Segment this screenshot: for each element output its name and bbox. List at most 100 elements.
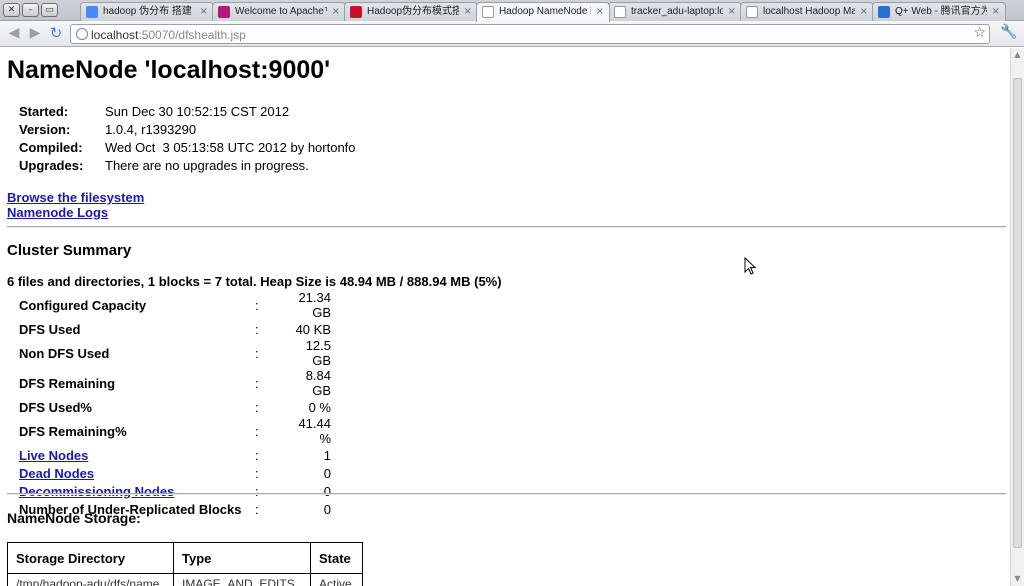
back-arrow-icon[interactable]: ◀ [6, 25, 22, 41]
window-minimize-button[interactable]: – [22, 3, 39, 17]
summary-label: DFS Used% [19, 399, 92, 415]
window-close-button[interactable]: ✕ [3, 3, 20, 17]
summary-row: DFS Used : 40 KB [19, 320, 331, 338]
tab-tracker[interactable]: tracker_adu-laptop:lo × [608, 2, 742, 21]
browse-filesystem-link[interactable]: Browse the filesystem [7, 190, 144, 205]
scroll-thumb[interactable] [1013, 78, 1022, 548]
summary-label: Configured Capacity [19, 297, 147, 313]
summary-colon: : [255, 423, 259, 439]
info-label: Version: [19, 121, 71, 137]
info-label: Started: [19, 103, 69, 119]
tab-label: localhost Hadoop Ma [763, 6, 855, 17]
info-value: 1.0.4, r1393290 [105, 121, 197, 137]
dead-nodes-link[interactable]: Dead Nodes [19, 466, 94, 481]
column-header: Storage Directory [7, 542, 174, 574]
tab-strip: ✕ – ▭ hadoop 伪分布 搭建 - × Welcome to Apach… [0, 0, 1024, 22]
summary-row: DFS Used% : 0 % [19, 398, 331, 416]
summary-row: Live Nodes : 1 [19, 446, 331, 464]
close-icon[interactable]: × [992, 3, 1000, 21]
summary-value: 41.44 % [298, 416, 331, 446]
google-favicon-icon [86, 6, 98, 18]
cluster-summary-heading: Cluster Summary [7, 242, 132, 259]
page-icon [482, 6, 494, 18]
address-bar[interactable]: localhost:50070/dfshealth.jsp ☆ [70, 24, 990, 44]
forward-arrow-icon[interactable]: ▶ [27, 25, 43, 41]
tab-hadoop-pseudo-mode[interactable]: Hadoop伪分布模式搭 × [344, 2, 478, 21]
csdn-favicon-icon [350, 6, 362, 18]
info-label: Upgrades: [19, 157, 84, 173]
divider [7, 226, 1006, 228]
close-icon[interactable]: × [200, 3, 208, 21]
summary-colon: : [255, 321, 259, 337]
namenode-storage-heading: NameNode Storage: [7, 510, 141, 526]
decommissioning-nodes-link[interactable]: Decommissioning Nodes [19, 484, 174, 499]
close-icon[interactable]: × [596, 3, 604, 21]
summary-row: Dead Nodes : 0 [19, 464, 331, 482]
qplus-favicon-icon [878, 6, 890, 18]
summary-row: Configured Capacity : 21.34 GB [19, 290, 331, 320]
summary-label: DFS Used [19, 321, 81, 337]
summary-label: Live Nodes [19, 446, 255, 464]
bookmark-star-icon[interactable]: ☆ [973, 25, 986, 41]
page-viewport: NameNode 'localhost:9000' Started: Sun D… [0, 48, 1010, 586]
storage-cell: IMAGE_AND_EDITS [173, 573, 311, 586]
reload-icon[interactable]: ↻ [48, 25, 64, 41]
namenode-info-table: Started: Sun Dec 30 10:52:15 CST 2012 Ve… [19, 102, 356, 174]
close-icon[interactable]: × [464, 3, 472, 21]
tab-label: hadoop 伪分布 搭建 - [103, 6, 195, 17]
storage-table: Storage Directory Type State /tmp/hadoop… [7, 542, 363, 586]
namenode-logs-link[interactable]: Namenode Logs [7, 205, 144, 220]
summary-label: Decommissioning Nodes [19, 482, 255, 500]
live-nodes-link[interactable]: Live Nodes [19, 448, 88, 463]
summary-colon: : [255, 297, 259, 313]
summary-colon: : [255, 375, 259, 391]
page-title: NameNode 'localhost:9000' [7, 56, 331, 84]
summary-row: Non DFS Used : 12.5 GB [19, 338, 331, 368]
tab-label: Q+ Web - 腾讯官方为 [895, 6, 987, 17]
tab-label: Welcome to Apache™ [235, 6, 327, 17]
heap-summary-text: 6 files and directories, 1 blocks = 7 to… [7, 274, 502, 289]
summary-label: Non DFS Used [19, 345, 110, 361]
summary-value: 0 [323, 465, 331, 481]
window-maximize-button[interactable]: ▭ [41, 3, 58, 17]
browser-toolbar: ◀ ▶ ↻ localhost:50070/dfshealth.jsp ☆ 🔧 [0, 21, 1024, 47]
scroll-up-arrow-icon[interactable]: ▲ [1013, 50, 1022, 59]
address-url[interactable]: localhost:50070/dfshealth.jsp [91, 28, 246, 42]
storage-row: /tmp/hadoop-adu/dfs/name IMAGE_AND_EDITS… [7, 573, 363, 586]
apache-feather-icon [218, 6, 230, 18]
globe-icon [76, 28, 88, 40]
cluster-summary-table: Configured Capacity : 21.34 GB DFS Used … [19, 290, 331, 518]
tab-welcome-apache[interactable]: Welcome to Apache™ × [212, 2, 346, 21]
url-host: localhost [91, 28, 139, 42]
storage-cell: /tmp/hadoop-adu/dfs/name [7, 573, 174, 586]
vertical-scrollbar[interactable]: ▲ ▼ [1010, 48, 1024, 586]
wrench-menu-icon[interactable]: 🔧 [1000, 24, 1017, 40]
summary-value: 1 [323, 447, 331, 463]
info-row-upgrades: Upgrades: There are no upgrades in progr… [19, 156, 356, 174]
scroll-down-arrow-icon[interactable]: ▼ [1013, 574, 1022, 583]
close-icon[interactable]: × [332, 3, 340, 21]
storage-cell: Active [310, 573, 363, 586]
close-icon[interactable]: × [860, 3, 868, 21]
summary-colon: : [255, 345, 259, 361]
page-links: Browse the filesystem Namenode Logs [7, 190, 144, 220]
tab-hadoop-namenode[interactable]: Hadoop NameNode l × [476, 2, 610, 22]
info-value: Wed Oct 3 05:13:58 UTC 2012 by hortonfo [105, 139, 356, 155]
summary-colon: : [255, 501, 259, 517]
info-value: There are no upgrades in progress. [105, 157, 309, 173]
tab-hadoop-pseudo-setup[interactable]: hadoop 伪分布 搭建 - × [80, 2, 214, 21]
summary-value: 40 KB [295, 321, 331, 337]
info-row-version: Version: 1.0.4, r1393290 [19, 120, 356, 138]
summary-row: DFS Remaining% : 41.44 % [19, 416, 331, 446]
summary-colon: : [255, 447, 259, 463]
tab-qplus-web[interactable]: Q+ Web - 腾讯官方为 × [872, 2, 1006, 21]
close-icon[interactable]: × [728, 3, 736, 21]
summary-row: DFS Remaining : 8.84 GB [19, 368, 331, 398]
info-row-compiled: Compiled: Wed Oct 3 05:13:58 UTC 2012 by… [19, 138, 356, 156]
summary-value: 8.84 GB [305, 368, 331, 398]
tab-localhost-hadoop[interactable]: localhost Hadoop Ma × [740, 2, 874, 21]
summary-label: DFS Remaining% [19, 423, 127, 439]
column-header: State [310, 542, 363, 574]
summary-value: 0 [323, 501, 331, 517]
summary-value: 12.5 GB [305, 338, 331, 368]
